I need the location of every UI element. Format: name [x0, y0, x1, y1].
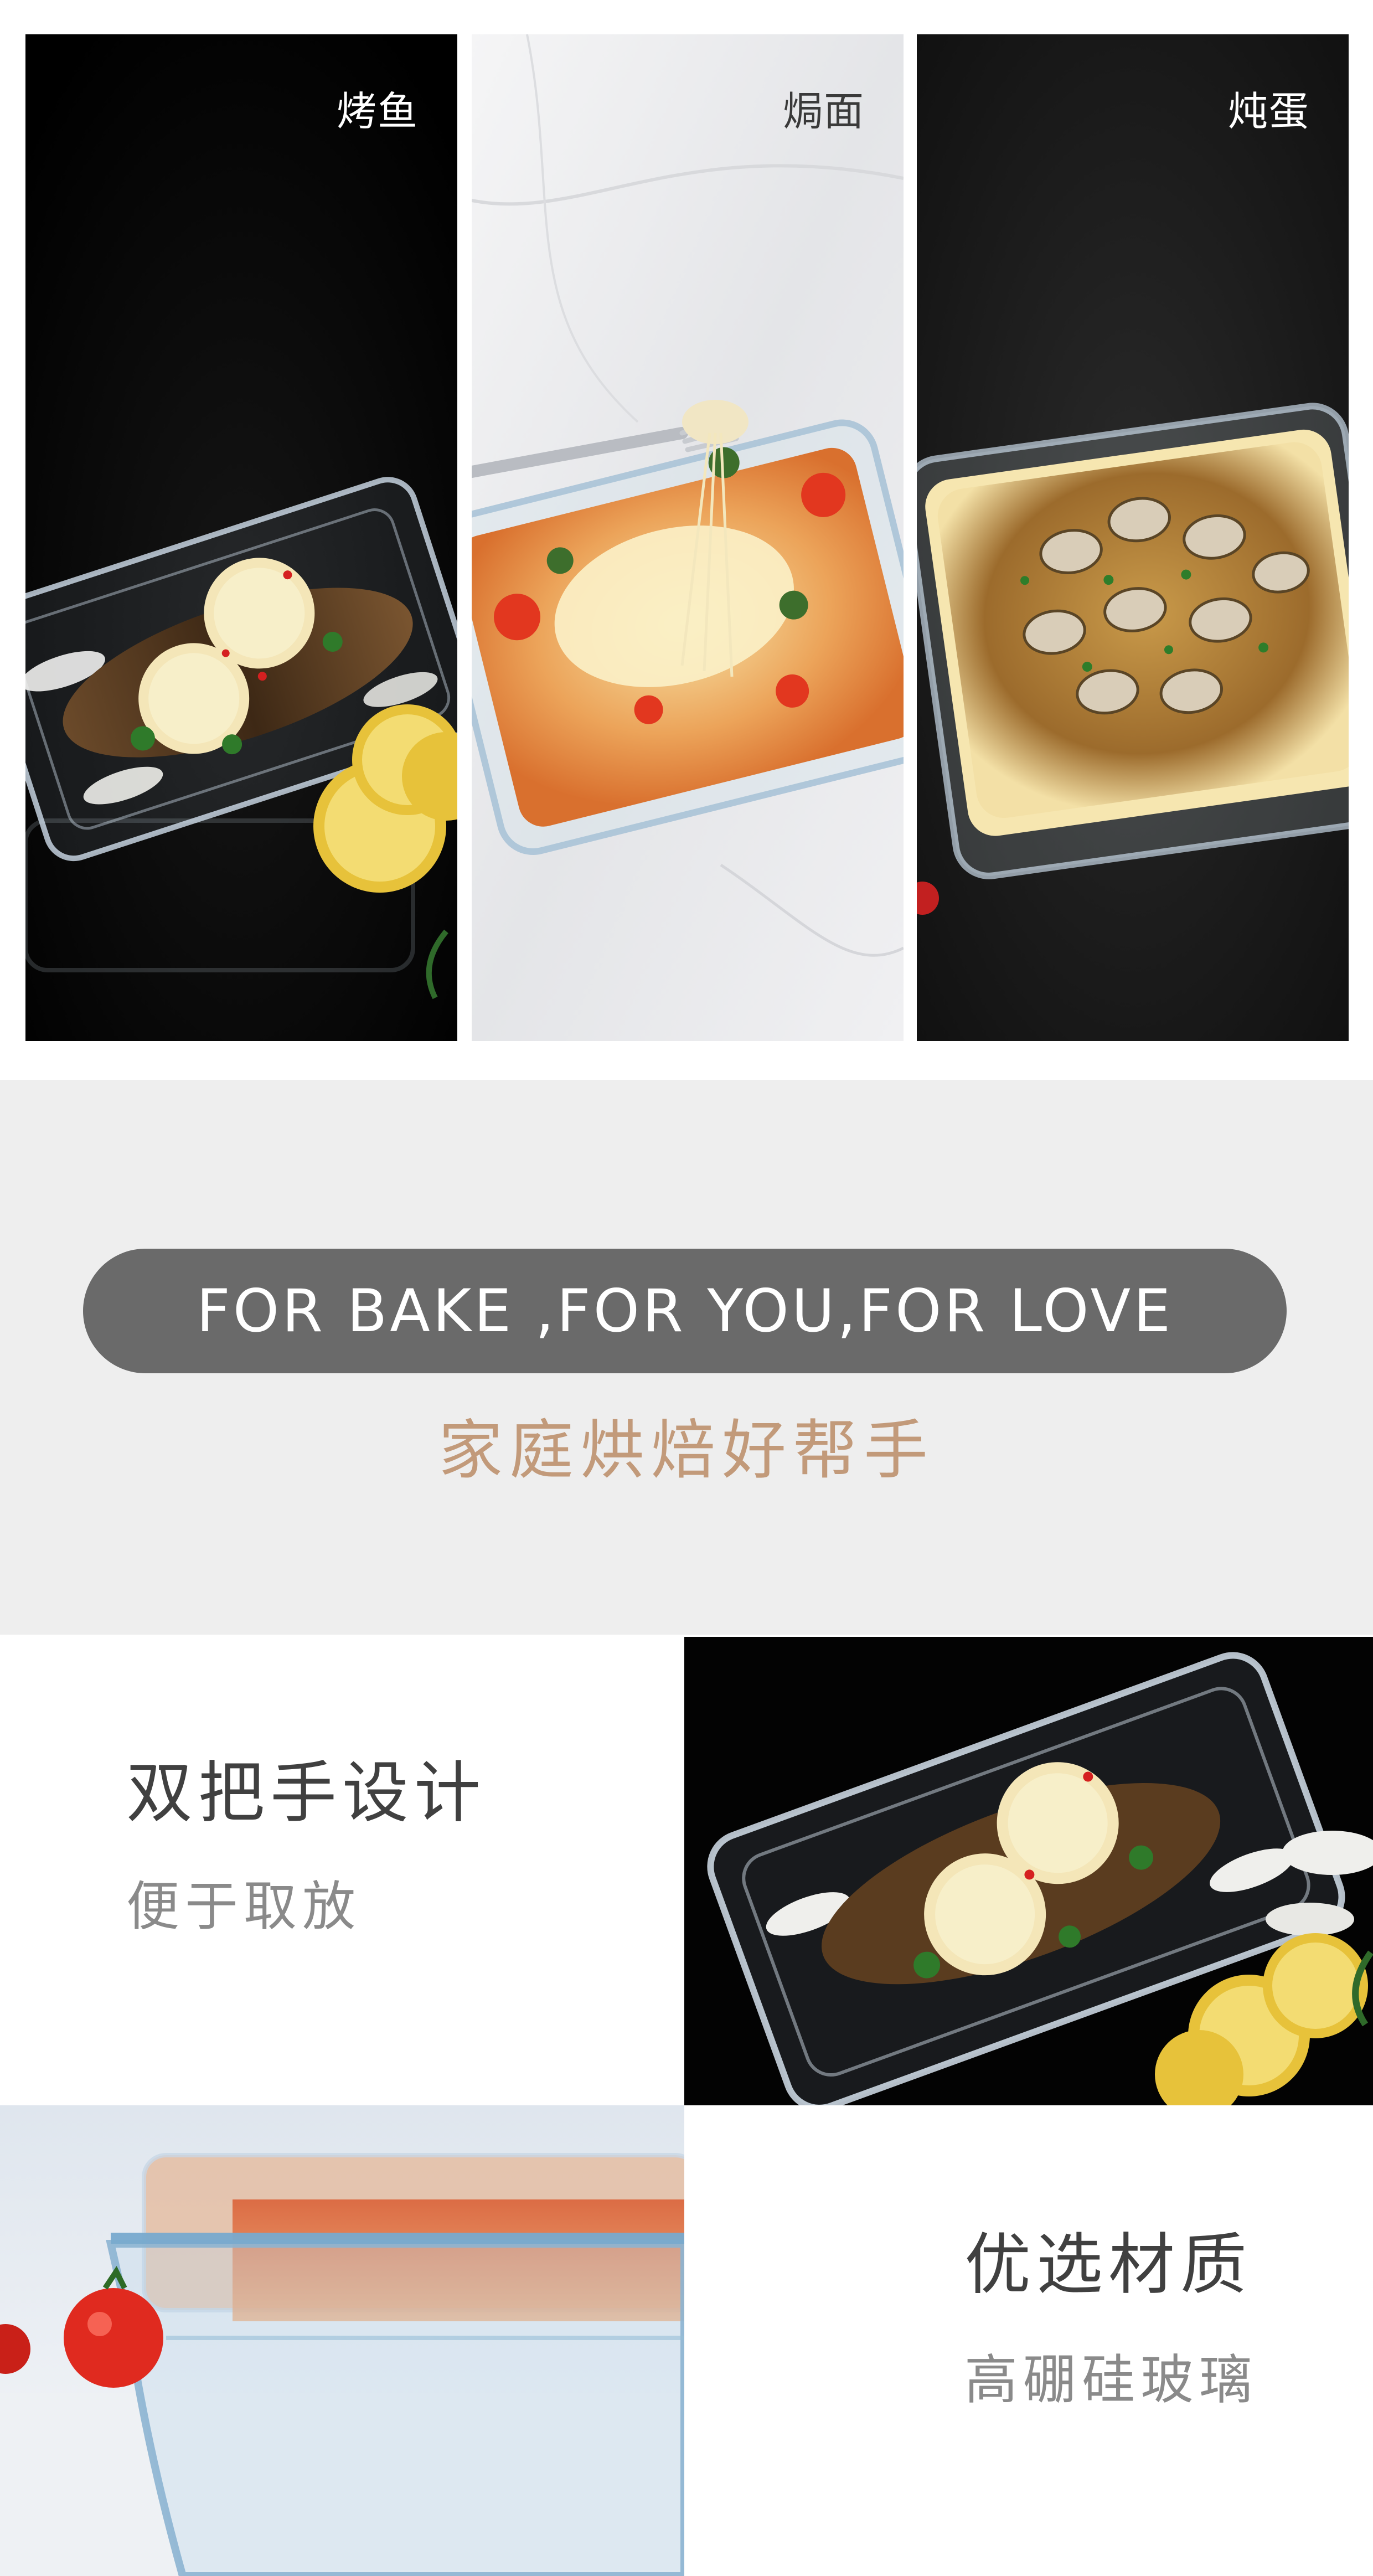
- panel-label: 焗面: [782, 88, 865, 135]
- chinese-slogan: 家庭烘焙好帮手: [438, 1413, 935, 1488]
- grilled-fish-dish-photo: [684, 1637, 1373, 2105]
- photo-panel-baked-pasta: 焗面: [472, 34, 904, 1041]
- grilled-fish-photo: [25, 34, 457, 1041]
- english-slogan: FOR BAKE ,FOR YOU,FOR LOVE: [196, 1277, 1174, 1345]
- dish-handles-photo: [684, 1637, 1373, 2105]
- feature-title-material: 优选材质: [964, 2227, 1252, 2304]
- glass-material-photo: [0, 2105, 684, 2576]
- feature-subtitle-material: 高硼硅玻璃: [964, 2349, 1258, 2411]
- feature-subtitle-handles: 便于取放: [126, 1876, 361, 1938]
- feature-title-handles: 双把手设计: [126, 1755, 486, 1832]
- panel-label: 炖蛋: [1227, 88, 1310, 135]
- slogan-pill: FOR BAKE ,FOR YOU,FOR LOVE: [83, 1249, 1287, 1373]
- photo-panel-steamed-egg: 炖蛋: [917, 34, 1349, 1041]
- slogan-band: FOR BAKE ,FOR YOU,FOR LOVE 家庭烘焙好帮手: [0, 1080, 1373, 1635]
- baked-pasta-photo: [472, 34, 904, 1041]
- steamed-egg-photo: [917, 34, 1349, 1041]
- panel-label: 烤鱼: [336, 88, 419, 135]
- photo-panel-grilled-fish: 烤鱼: [25, 34, 457, 1041]
- glass-dish-closeup-photo: [0, 2105, 684, 2576]
